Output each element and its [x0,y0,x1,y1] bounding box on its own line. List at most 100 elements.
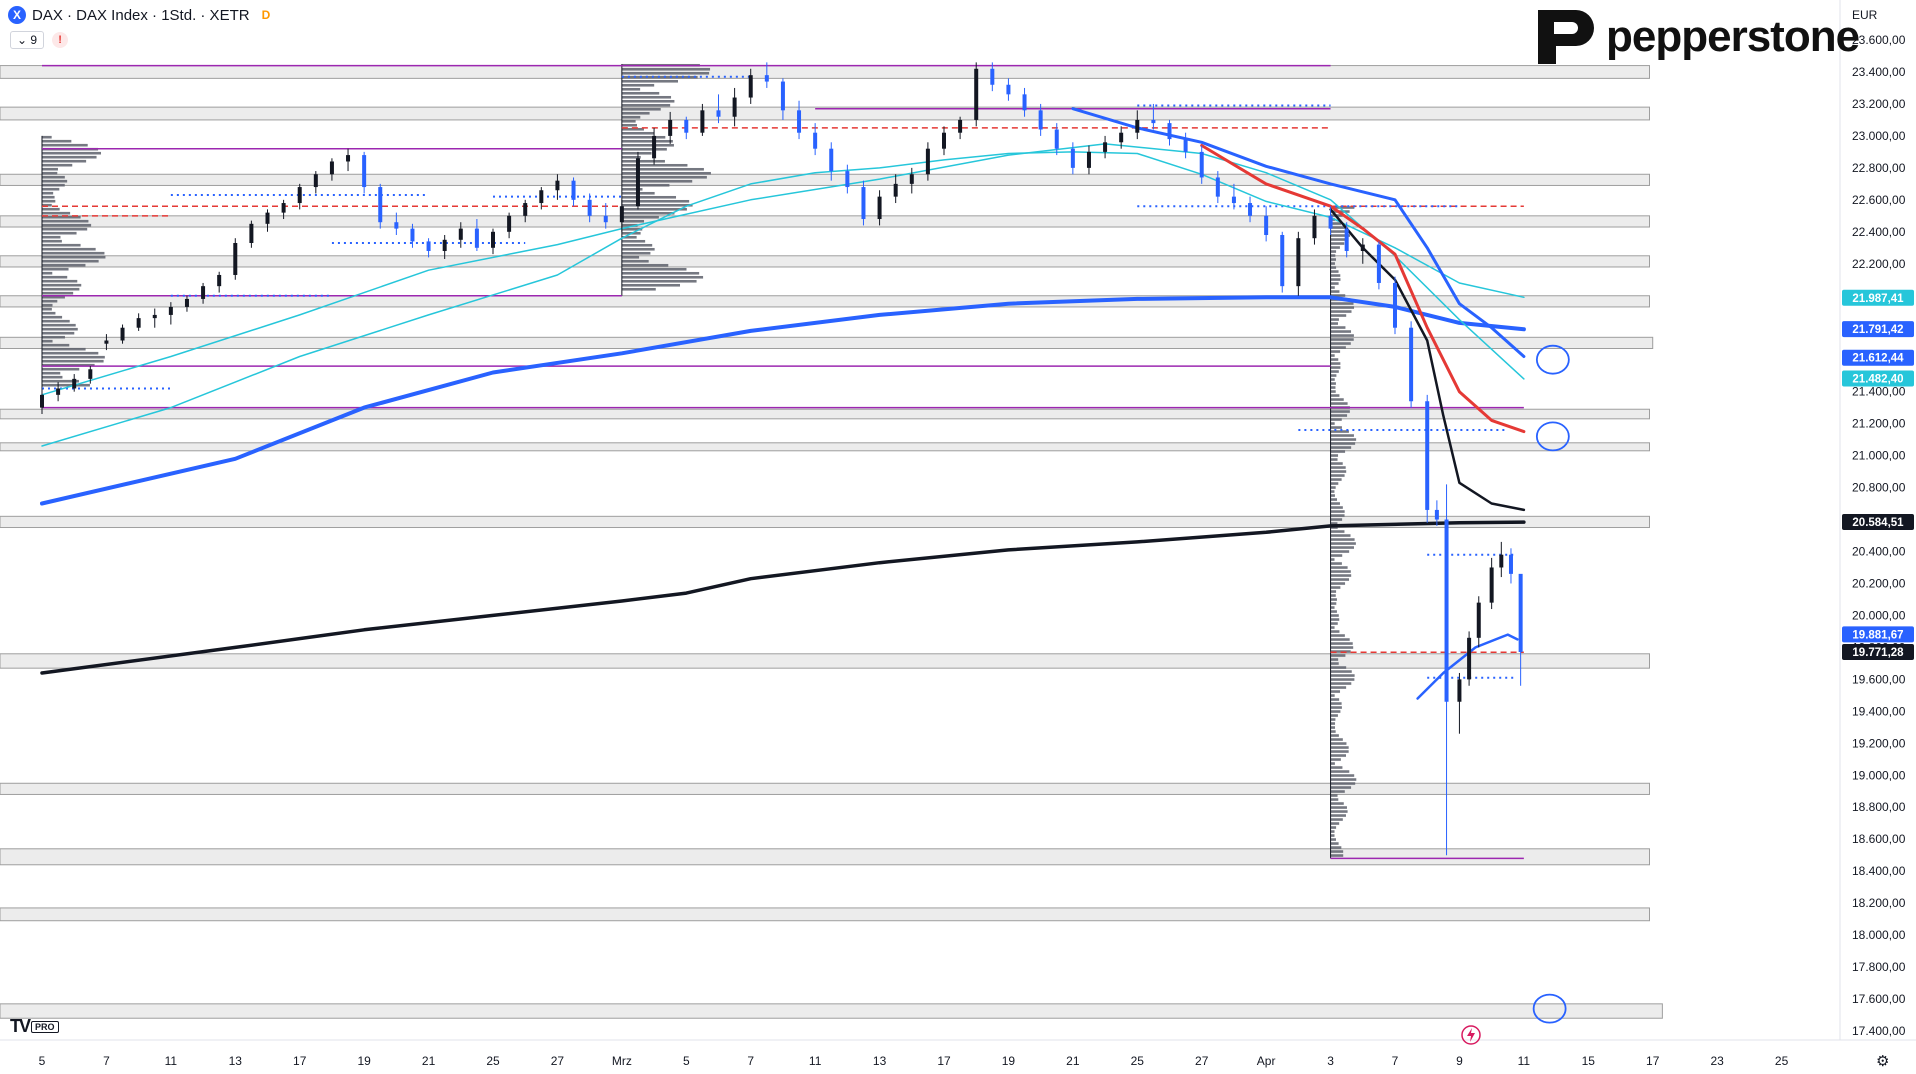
volume-profile-bar [1330,562,1342,565]
candle-body [394,222,399,229]
volume-profile-bar [42,247,96,251]
volume-profile-bar [1330,498,1338,501]
pepperstone-logo-icon [1538,10,1594,64]
volume-profile-bar [1330,386,1336,389]
volume-profile-bar [42,183,65,187]
volume-profile-bar [42,287,80,291]
sr-zone [0,408,1650,420]
candle-body [217,274,222,287]
candle-body [152,314,157,319]
candle-body [1489,567,1494,603]
volume-profile-bar [1330,382,1336,385]
volume-profile-bar [1330,290,1340,293]
volume-profile-bar [1330,362,1341,365]
candle-body [958,119,963,133]
volume-profile-bar [1330,838,1336,841]
candle-body [1199,151,1204,178]
candle-body [942,132,946,149]
tv-pro-badge: PRO [31,1020,59,1033]
y-tick-label: 20.800,00 [1852,481,1906,495]
candle-body [249,223,254,243]
volume-profile-bar [42,195,55,199]
volume-profile-bar [1330,254,1336,257]
volume-profile-bar [621,203,693,207]
x-tick-label: 21 [422,1054,436,1068]
y-tick-label: 20.000,00 [1852,608,1906,622]
candle-body [829,148,834,172]
candle-body [1409,327,1414,402]
volume-profile-bar [1330,306,1355,309]
y-tick-label: 17.400,00 [1852,1024,1906,1038]
volume-profile-bar [1330,402,1348,405]
y-tick-label: 19.600,00 [1852,672,1906,686]
candle-body [1457,679,1462,702]
volume-profile-bar [42,347,86,351]
volume-profile-bar [1330,854,1344,857]
volume-profile-bar [1330,798,1339,801]
candle-body [571,180,576,200]
y-tick-label: 19.200,00 [1852,736,1906,750]
volume-profile-bar [1330,602,1337,605]
data-badge: D [261,8,271,22]
indicator-toggle[interactable]: ⌄ 9 [10,31,45,49]
x-tick-label: 17 [293,1054,307,1068]
candle-body [1183,139,1188,152]
gear-icon[interactable]: ⚙ [1876,1052,1889,1070]
sr-zone [0,65,1650,79]
chart-root[interactable]: 23.600,00 23.400,00 23.200,00 23.000,00 22.8… [0,0,1916,1074]
candle-body [281,203,286,213]
volume-profile-bar [621,183,670,187]
volume-profile-bar [1330,618,1340,621]
x-tick-label: Apr [1257,1054,1276,1068]
candle-body [1119,132,1124,143]
sr-zone [0,653,1650,669]
candle-body [458,228,463,240]
volume-profile-bar [42,175,65,179]
volume-profile-bar [42,199,56,203]
volume-profile-bar [621,215,659,219]
volume-profile-bar [42,307,52,311]
currency-label[interactable]: EUR [1852,8,1877,22]
x-tick-label: 15 [1582,1054,1596,1068]
candle-body [1296,238,1301,287]
volume-profile-bar [1330,674,1355,677]
volume-profile-bar [1330,778,1357,781]
volume-profile-bar [1330,470,1347,473]
alert-icon[interactable]: ! [52,32,69,48]
candle-body [1344,228,1349,251]
volume-profile-bar [621,131,655,135]
volume-profile-bar [621,119,636,123]
volume-profile-bar [1330,662,1339,665]
volume-profile-bar [1330,654,1346,657]
volume-profile-bar [1330,690,1341,693]
volume-profile-bar [1330,570,1351,573]
volume-profile-bar [1330,806,1347,809]
candle-body [1393,282,1397,328]
volume-profile-bar [1330,822,1340,825]
volume-profile-bar [42,343,70,347]
candle-body [168,306,173,315]
volume-profile-bar [1330,574,1352,577]
volume-profile-bar [1330,366,1341,369]
y-tick-label: 23.600,00 [1852,33,1906,47]
volume-profile-bar [1330,286,1335,289]
lightning-icon[interactable] [1460,1024,1482,1046]
candle-body [1518,573,1523,653]
candle-body [1264,215,1269,236]
volume-profile-bar [621,83,655,87]
candle-body [974,68,979,120]
x-tick-label: 11 [1518,1054,1531,1068]
symbol-icon[interactable]: X [8,6,26,24]
volume-profile-bar [1330,714,1338,717]
chart-title[interactable]: DAX · DAX Index · 1Std. · XETR [32,7,250,24]
volume-profile-bar [1330,590,1337,593]
price-chart[interactable]: 23.600,00 23.400,00 23.200,00 23.000,00 22.8… [0,0,1916,1074]
x-tick-label: 13 [229,1054,243,1068]
candle-body [72,378,77,389]
volume-profile-bar [621,263,669,267]
volume-profile-bar [1330,310,1352,313]
candle-body [668,119,673,136]
volume-profile-bar [42,235,61,239]
candle-body [700,110,705,133]
x-tick-label: 3 [1327,1054,1334,1068]
